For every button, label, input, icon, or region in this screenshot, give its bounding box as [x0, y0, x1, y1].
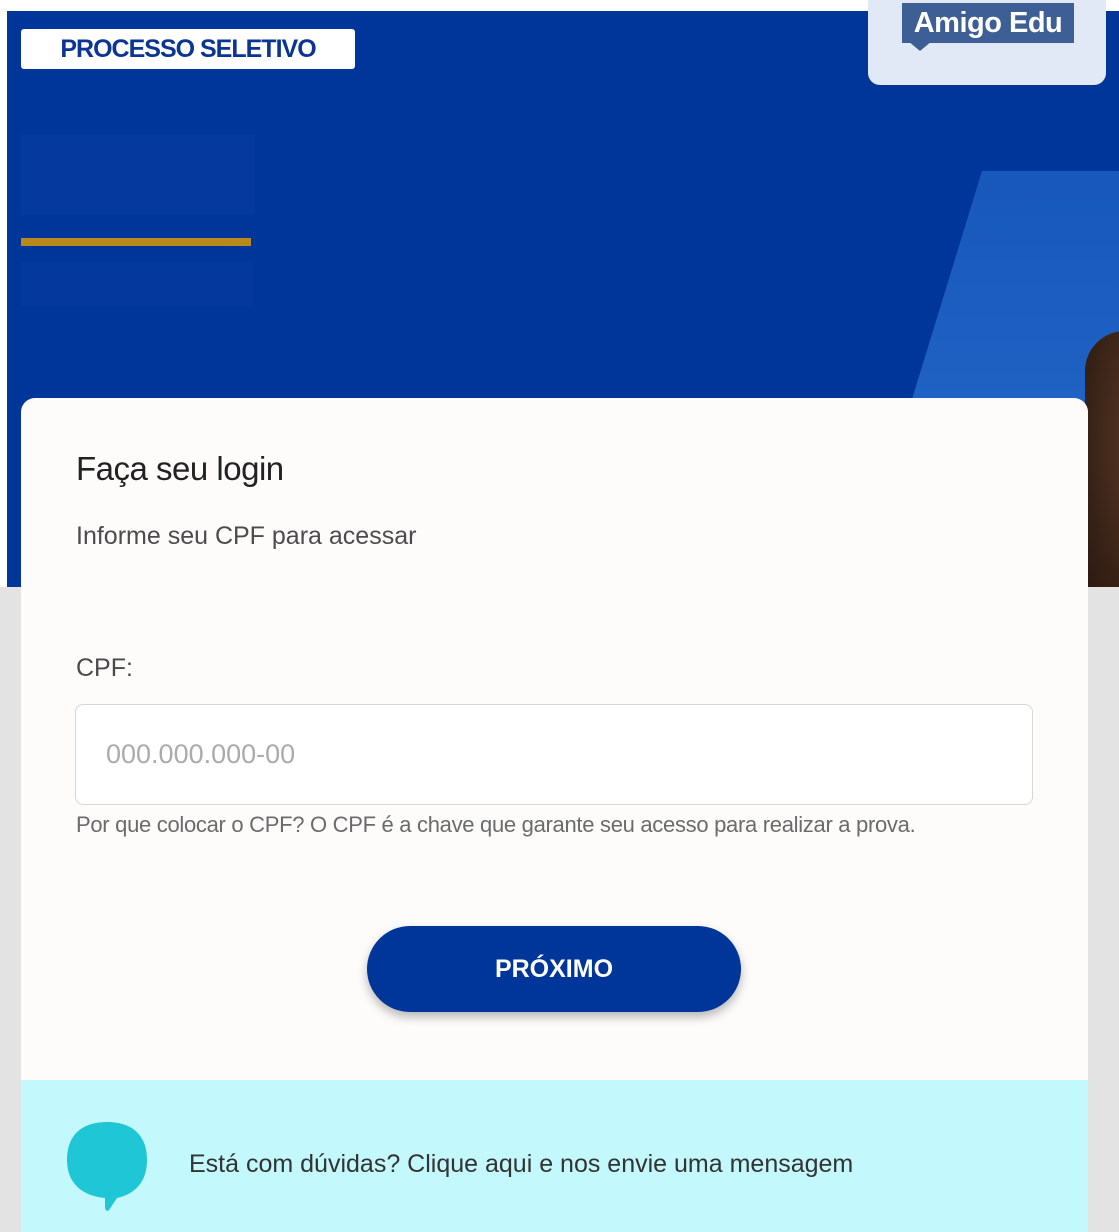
cpf-label: CPF: — [76, 654, 133, 682]
support-link[interactable]: Está com dúvidas? Clique aqui e nos envi… — [189, 1150, 853, 1179]
login-title: Faça seu login — [76, 450, 284, 487]
hero-photo — [1085, 331, 1119, 587]
logo-tag-tail — [908, 41, 932, 51]
logo-container[interactable]: Amigo Edu — [868, 0, 1106, 85]
cpf-input[interactable] — [75, 704, 1033, 805]
hero-heading-placeholder — [21, 135, 255, 215]
chat-bubble-icon — [65, 1120, 149, 1212]
cpf-help-text: Por que colocar o CPF? O CPF é a chave q… — [76, 812, 916, 837]
login-card: Faça seu login Informe seu CPF para aces… — [21, 398, 1088, 1232]
amigo-edu-logo: Amigo Edu — [902, 3, 1074, 43]
hero-subheading-placeholder — [21, 262, 253, 306]
support-bar[interactable]: Está com dúvidas? Clique aqui e nos envi… — [21, 1080, 1088, 1232]
hero-accent-line — [21, 238, 251, 246]
login-subtitle: Informe seu CPF para acessar — [76, 522, 417, 550]
processo-seletivo-badge: PROCESSO SELETIVO — [21, 29, 355, 69]
next-button[interactable]: PRÓXIMO — [367, 926, 741, 1012]
